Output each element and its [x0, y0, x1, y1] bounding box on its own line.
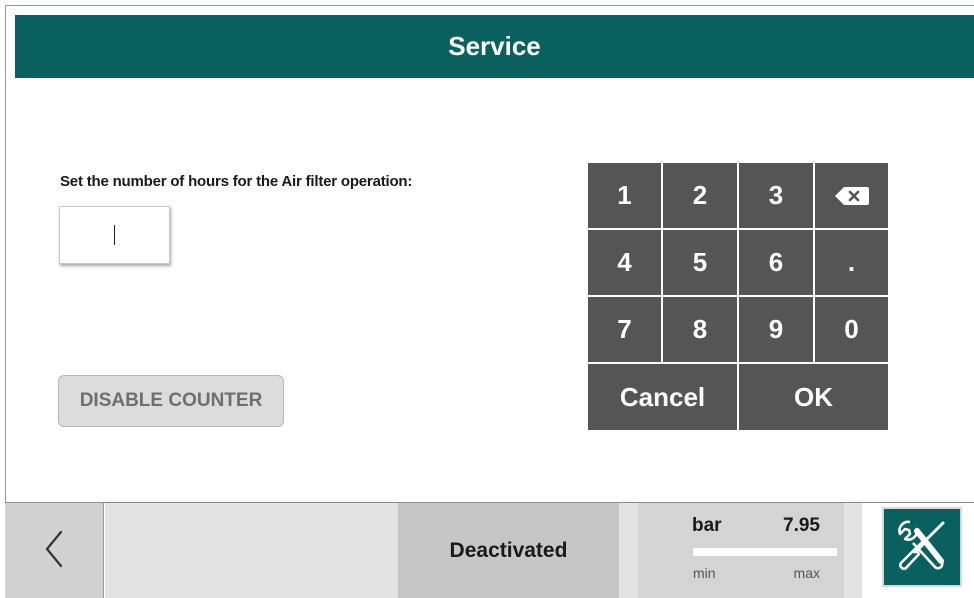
key-0[interactable]: 0: [815, 297, 888, 362]
page-title: Service: [448, 31, 541, 61]
pressure-bar: [693, 548, 837, 556]
backspace-icon: [834, 186, 869, 205]
hours-prompt: Set the number of hours for the Air filt…: [60, 173, 413, 190]
back-button[interactable]: [5, 503, 104, 598]
ok-button[interactable]: OK: [739, 364, 888, 430]
tools-area: [862, 503, 974, 598]
status-text: Deactivated: [449, 539, 568, 562]
page-title-bar: Service: [15, 15, 974, 78]
key-6[interactable]: 6: [739, 230, 813, 295]
key-7[interactable]: 7: [588, 297, 661, 362]
key-3[interactable]: 3: [739, 163, 813, 228]
footer-spacer: [105, 503, 398, 598]
disable-counter-button[interactable]: DISABLE COUNTER: [58, 375, 284, 427]
chevron-left-icon: [43, 529, 65, 574]
key-5[interactable]: 5: [663, 230, 737, 295]
pressure-max-label: max: [793, 565, 820, 581]
key-2[interactable]: 2: [663, 163, 737, 228]
hours-input[interactable]: [59, 206, 170, 264]
key-4[interactable]: 4: [588, 230, 661, 295]
key-8[interactable]: 8: [663, 297, 737, 362]
key-1[interactable]: 1: [588, 163, 661, 228]
pressure-unit: bar: [692, 515, 722, 536]
footer-bar: Deactivated bar 7.95 min max: [5, 502, 974, 598]
cancel-button[interactable]: Cancel: [588, 364, 737, 430]
wrench-screwdriver-icon: [893, 516, 951, 579]
key-backspace[interactable]: [815, 163, 888, 228]
status-indicator: Deactivated: [398, 503, 619, 598]
key-9[interactable]: 9: [739, 297, 813, 362]
key-decimal[interactable]: .: [815, 230, 888, 295]
pressure-panel: bar 7.95 min max: [638, 503, 844, 598]
numeric-keypad: 1 2 3 4 5 6 . 7 8 9 0 Cancel OK: [588, 163, 888, 430]
service-tools-button[interactable]: [882, 507, 962, 587]
pressure-min-label: min: [693, 565, 716, 581]
pressure-value: 7.95: [783, 515, 820, 536]
pressure-gauge: bar 7.95 min max: [619, 503, 862, 598]
text-caret: [113, 225, 116, 245]
